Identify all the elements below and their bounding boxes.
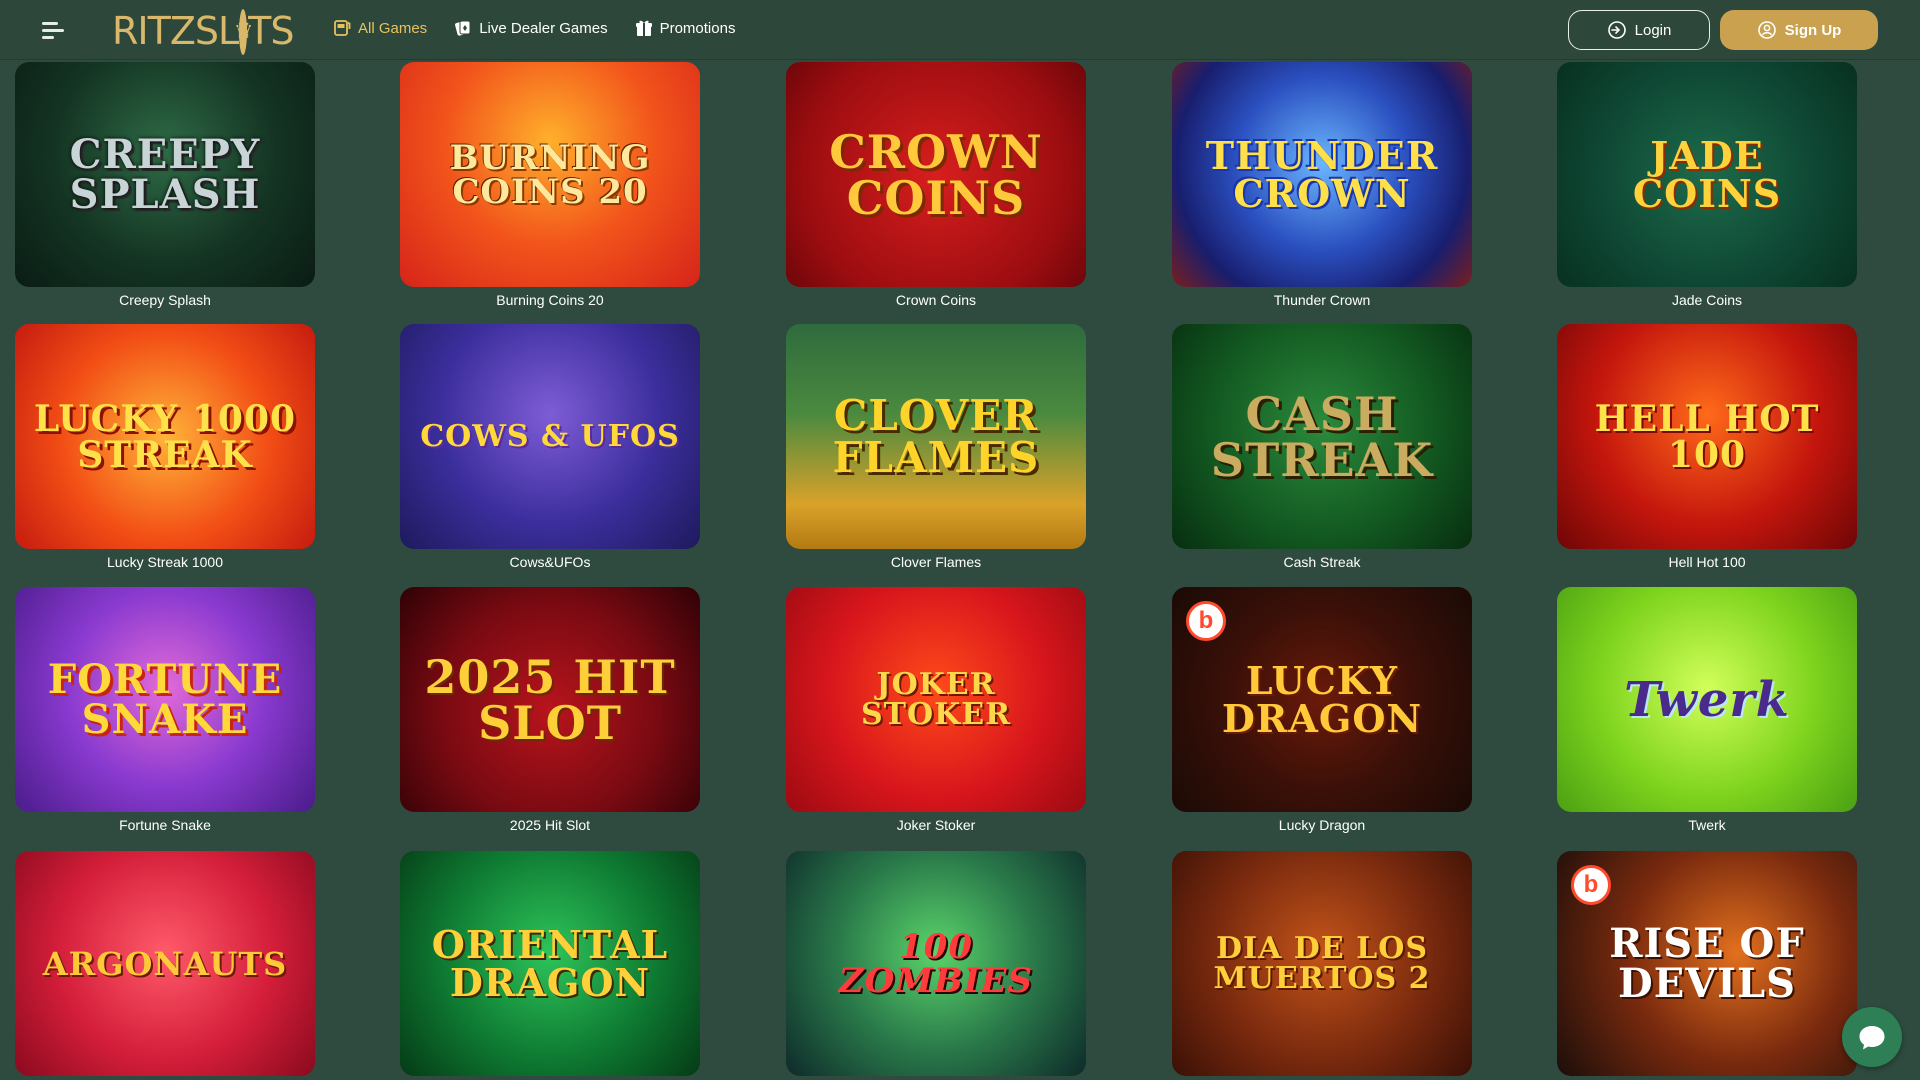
game-art-title: Burning Coins 20 bbox=[449, 137, 651, 212]
chat-bubble-icon bbox=[1859, 1026, 1885, 1050]
hamburger-menu-icon[interactable] bbox=[38, 16, 66, 44]
signup-label: Sign Up bbox=[1784, 21, 1842, 39]
game-card[interactable]: b Rise of Devils bbox=[1557, 851, 1857, 1076]
slot-machine-icon bbox=[332, 18, 352, 38]
nav-all-games[interactable]: All Games bbox=[332, 18, 427, 38]
game-thumbnail[interactable]: Oriental Dragon bbox=[400, 851, 700, 1076]
game-title[interactable]: 2025 Hit Slot bbox=[400, 817, 700, 835]
game-art-title: 100 Zombies bbox=[838, 926, 1034, 1001]
game-art-title: 2025 Hit Slot bbox=[424, 649, 676, 750]
game-title[interactable]: Lucky Streak 1000 bbox=[15, 554, 315, 572]
game-thumbnail[interactable]: Jade Coins bbox=[1557, 62, 1857, 287]
game-thumbnail[interactable]: Twerk bbox=[1557, 587, 1857, 812]
game-card[interactable]: Creepy Splash Creepy Splash bbox=[15, 62, 315, 310]
game-thumbnail[interactable]: Dia de los Muertos 2 bbox=[1172, 851, 1472, 1076]
game-art-title: Lucky 1000 Streak bbox=[33, 397, 297, 476]
game-thumbnail[interactable]: Lucky 1000 Streak bbox=[15, 324, 315, 549]
game-title[interactable]: Cash Streak bbox=[1172, 554, 1472, 572]
game-card[interactable]: Joker Stoker Joker Stoker bbox=[786, 587, 1086, 835]
provider-badge-icon: b bbox=[1186, 601, 1226, 641]
game-thumbnail[interactable]: Fortune Snake bbox=[15, 587, 315, 812]
game-thumbnail[interactable]: Cows & UFOs bbox=[400, 324, 700, 549]
game-art-title: Clover Flames bbox=[832, 390, 1040, 482]
game-thumbnail[interactable]: b Rise of Devils bbox=[1557, 851, 1857, 1076]
game-card[interactable]: 2025 Hit Slot 2025 Hit Slot bbox=[400, 587, 700, 835]
nav-label: Promotions bbox=[659, 19, 736, 37]
game-thumbnail[interactable]: Burning Coins 20 bbox=[400, 62, 700, 287]
game-art-title: Jade Coins bbox=[1632, 132, 1782, 216]
gift-icon bbox=[634, 18, 654, 38]
live-chat-button[interactable] bbox=[1842, 1007, 1902, 1067]
game-card[interactable]: Lucky 1000 Streak Lucky Streak 1000 bbox=[15, 324, 315, 572]
game-art-title: Cash Streak bbox=[1210, 386, 1434, 487]
login-label: Login bbox=[1634, 21, 1672, 39]
site-logo[interactable]: RITZSLTS bbox=[112, 4, 295, 58]
nav-promotions[interactable]: Promotions bbox=[634, 18, 736, 38]
game-card[interactable]: Twerk Twerk bbox=[1557, 587, 1857, 835]
game-title[interactable]: Lucky Dragon bbox=[1172, 817, 1472, 835]
game-card[interactable]: 100 Zombies bbox=[786, 851, 1086, 1076]
game-thumbnail[interactable]: b Lucky Dragon bbox=[1172, 587, 1472, 812]
game-art-title: Rise of Devils bbox=[1609, 919, 1805, 1007]
game-card[interactable]: Fortune Snake Fortune Snake bbox=[15, 587, 315, 835]
main-nav: All Games Live Dealer Games Promotions bbox=[332, 18, 735, 38]
game-card[interactable]: b Lucky Dragon Lucky Dragon bbox=[1172, 587, 1472, 835]
game-title[interactable]: Jade Coins bbox=[1557, 292, 1857, 310]
game-card[interactable]: Hell Hot 100 Hell Hot 100 bbox=[1557, 324, 1857, 572]
game-title[interactable]: Clover Flames bbox=[786, 554, 1086, 572]
game-art-title: Thunder Crown bbox=[1205, 132, 1439, 216]
game-title[interactable]: Joker Stoker bbox=[786, 817, 1086, 835]
game-thumbnail[interactable]: Clover Flames bbox=[786, 324, 1086, 549]
login-arrow-icon bbox=[1607, 21, 1626, 39]
game-title[interactable]: Crown Coins bbox=[786, 292, 1086, 310]
game-title[interactable]: Cows&UFOs bbox=[400, 554, 700, 572]
game-card[interactable]: Crown Coins Crown Coins bbox=[786, 62, 1086, 310]
game-art-title: Oriental Dragon bbox=[431, 921, 669, 1005]
game-card[interactable]: Oriental Dragon bbox=[400, 851, 700, 1076]
crown-coin-icon bbox=[239, 9, 248, 55]
game-title[interactable]: Burning Coins 20 bbox=[400, 292, 700, 310]
nav-label: Live Dealer Games bbox=[479, 19, 608, 37]
nav-label: All Games bbox=[358, 19, 428, 37]
game-art-title: Joker Stoker bbox=[861, 666, 1011, 732]
game-card[interactable]: Burning Coins 20 Burning Coins 20 bbox=[400, 62, 700, 310]
game-thumbnail[interactable]: Cash Streak bbox=[1172, 324, 1472, 549]
game-thumbnail[interactable]: Joker Stoker bbox=[786, 587, 1086, 812]
nav-live-dealer-games[interactable]: Live Dealer Games bbox=[453, 18, 608, 38]
game-card[interactable]: Dia de los Muertos 2 bbox=[1172, 851, 1472, 1076]
signup-button[interactable]: Sign Up bbox=[1720, 10, 1878, 50]
game-title[interactable]: Twerk bbox=[1557, 817, 1857, 835]
game-card[interactable]: Clover Flames Clover Flames bbox=[786, 324, 1086, 572]
game-card[interactable]: Argonauts bbox=[15, 851, 315, 1076]
cards-icon bbox=[453, 18, 473, 38]
game-thumbnail[interactable]: Thunder Crown bbox=[1172, 62, 1472, 287]
game-thumbnail[interactable]: Argonauts bbox=[15, 851, 315, 1076]
game-art-title: Fortune Snake bbox=[47, 655, 283, 743]
game-art-title: Lucky Dragon bbox=[1221, 657, 1423, 741]
game-card[interactable]: Cows & UFOs Cows&UFOs bbox=[400, 324, 700, 572]
game-art-title: Twerk bbox=[1624, 671, 1790, 728]
game-thumbnail[interactable]: Creepy Splash bbox=[15, 62, 315, 287]
provider-badge-icon: b bbox=[1571, 865, 1611, 905]
game-thumbnail[interactable]: Crown Coins bbox=[786, 62, 1086, 287]
login-button[interactable]: Login bbox=[1568, 10, 1710, 50]
game-art-title: Dia de los Muertos 2 bbox=[1213, 930, 1431, 996]
game-title[interactable]: Hell Hot 100 bbox=[1557, 554, 1857, 572]
game-thumbnail[interactable]: 2025 Hit Slot bbox=[400, 587, 700, 812]
game-card[interactable]: Jade Coins Jade Coins bbox=[1557, 62, 1857, 310]
game-title[interactable]: Creepy Splash bbox=[15, 292, 315, 310]
game-thumbnail[interactable]: 100 Zombies bbox=[786, 851, 1086, 1076]
game-art-title: Creepy Splash bbox=[69, 130, 261, 218]
game-art-title: Cows & UFOs bbox=[420, 418, 680, 454]
game-thumbnail[interactable]: Hell Hot 100 bbox=[1557, 324, 1857, 549]
game-art-title: Crown Coins bbox=[829, 124, 1043, 225]
game-art-title: Argonauts bbox=[42, 944, 288, 983]
game-title[interactable]: Fortune Snake bbox=[15, 817, 315, 835]
game-card[interactable]: Thunder Crown Thunder Crown bbox=[1172, 62, 1472, 310]
game-card[interactable]: Cash Streak Cash Streak bbox=[1172, 324, 1472, 572]
game-art-title: Hell Hot 100 bbox=[1594, 397, 1820, 476]
site-header: RITZSLTS All Games Live Dealer Games Pro… bbox=[0, 0, 1920, 60]
user-add-icon bbox=[1757, 21, 1776, 39]
game-title[interactable]: Thunder Crown bbox=[1172, 292, 1472, 310]
